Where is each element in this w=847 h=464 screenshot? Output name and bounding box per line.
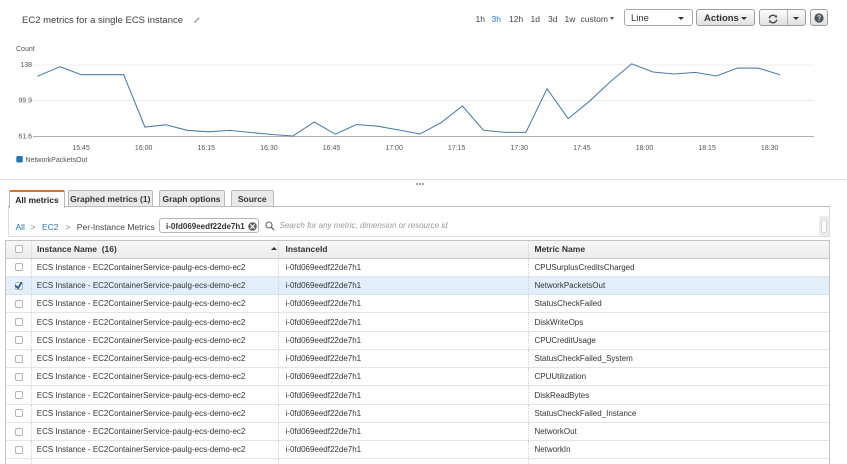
svg-text:NetworkPacketsOut: NetworkPacketsOut	[26, 157, 88, 164]
svg-text:18:00: 18:00	[636, 145, 654, 152]
svg-text:99.9: 99.9	[18, 98, 32, 105]
svg-text:17:45: 17:45	[573, 145, 591, 152]
svg-text:17:00: 17:00	[385, 145, 403, 152]
svg-text:138: 138	[20, 62, 32, 69]
svg-text:18:15: 18:15	[698, 145, 716, 152]
svg-text:61.6: 61.6	[18, 134, 32, 141]
svg-text:15:45: 15:45	[72, 145, 90, 152]
svg-text:16:15: 16:15	[198, 145, 216, 152]
svg-text:16:00: 16:00	[135, 145, 153, 152]
svg-text:17:30: 17:30	[511, 145, 529, 152]
svg-text:16:30: 16:30	[260, 145, 278, 152]
svg-text:17:15: 17:15	[448, 145, 466, 152]
svg-text:18:30: 18:30	[761, 145, 779, 152]
svg-text:Count: Count	[16, 46, 35, 53]
svg-text:16:45: 16:45	[323, 145, 341, 152]
